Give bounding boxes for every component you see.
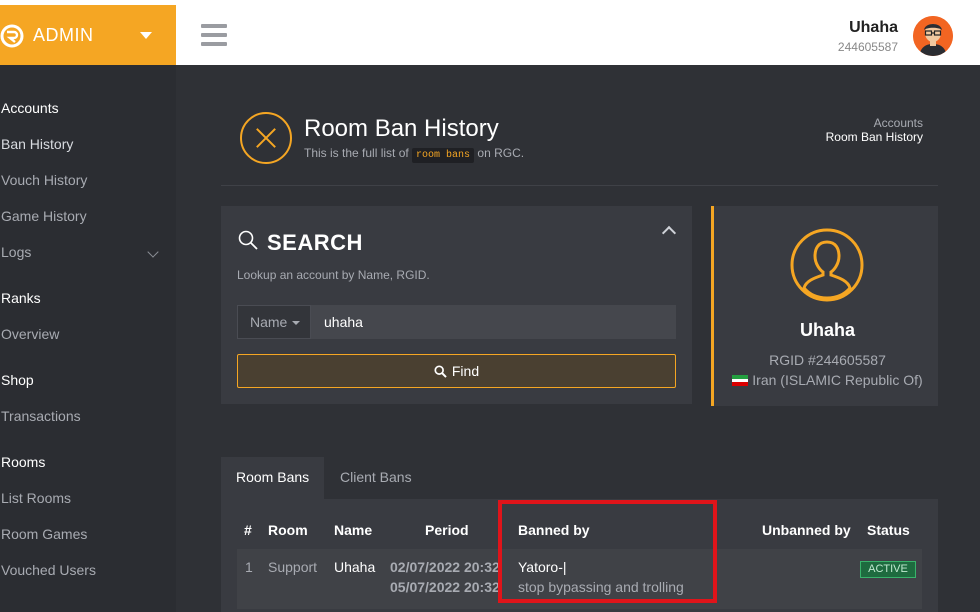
tab-room-bans[interactable]: Room Bans [221, 457, 325, 499]
search-input[interactable] [311, 305, 676, 339]
find-search-icon [434, 364, 447, 378]
nav-item-ban-history[interactable]: Ban History [1, 136, 73, 152]
brand-logo-icon [0, 24, 24, 48]
logs-chevron-down-icon[interactable] [147, 246, 159, 258]
nav-item-vouched-users[interactable]: Vouched Users [1, 562, 96, 578]
profile-name: Uhaha [799, 320, 855, 340]
menu-icon[interactable] [201, 24, 227, 46]
nav-section-shop: Shop [1, 372, 34, 388]
chevron-up-icon[interactable] [661, 225, 677, 241]
profile-country: Iran (ISLAMIC Republic Of) [714, 372, 941, 388]
row-period-start: 02/07/2022 20:32 [390, 559, 500, 575]
nav-item-transactions[interactable]: Transactions [1, 408, 81, 424]
row-room: Support [268, 559, 318, 575]
nav-item-list-rooms[interactable]: List Rooms [1, 490, 71, 506]
nav-section-ranks: Ranks [1, 290, 41, 306]
nav-item-game-history[interactable]: Game History [1, 208, 87, 224]
user-silhouette-icon [790, 228, 864, 302]
search-description: Lookup an account by Name, RGID. [237, 268, 430, 282]
nav-section-accounts: Accounts [1, 100, 59, 116]
col-header-name: Name [334, 522, 373, 538]
subtitle-post: on RGC. [477, 146, 525, 160]
nav-item-vouch-history[interactable]: Vouch History [1, 172, 87, 188]
top-header: Uhaha 244605587 [176, 5, 980, 65]
nav-item-overview[interactable]: Overview [1, 326, 59, 342]
brand-label: ADMIN [33, 25, 94, 45]
tab-client-bans[interactable]: Client Bans [325, 457, 427, 499]
ban-x-icon [240, 112, 292, 164]
subtitle-pre: This is the full list of [304, 146, 409, 160]
search-type-value: Name [250, 314, 288, 330]
col-header-unbanned-by: Unbanned by [762, 522, 851, 538]
iran-flag-icon [732, 375, 749, 386]
brand-bar[interactable]: ADMIN [0, 5, 176, 65]
col-header-status: Status [867, 522, 910, 538]
nav-item-room-games[interactable]: Room Games [1, 526, 87, 542]
caret-down-icon [292, 321, 300, 325]
user-avatar-icon [913, 16, 953, 56]
page-subtitle: This is the full list of room bans on RG… [304, 146, 525, 163]
nav-item-logs[interactable]: Logs [1, 244, 31, 260]
avatar[interactable] [913, 16, 953, 56]
annotation-highlight-box [498, 500, 717, 603]
page-title: Room Ban History [304, 115, 499, 142]
find-button[interactable]: Find [237, 354, 676, 388]
search-type-select[interactable]: Name [237, 305, 311, 339]
breadcrumb-accounts[interactable]: Accounts [874, 116, 923, 130]
col-header-room: Room [268, 522, 308, 538]
search-title: SEARCH [267, 230, 363, 255]
row-period-end: 05/07/2022 20:32 [390, 579, 500, 595]
user-id: 244605587 [837, 40, 898, 54]
divider [221, 185, 938, 186]
status-badge: ACTIVE [860, 561, 916, 578]
brand-caret-icon[interactable] [140, 32, 152, 39]
subtitle-code: room bans [412, 148, 475, 163]
search-panel: SEARCH Lookup an account by Name, RGID. … [221, 206, 692, 404]
col-header-period: Period [425, 522, 469, 538]
col-header-index: # [244, 522, 252, 538]
sidebar: ADMIN Accounts Ban History Vouch History… [0, 5, 176, 612]
ban-tabs: Room Bans Client Bans [221, 457, 938, 499]
profile-rgid: RGID #244605587 [769, 352, 886, 368]
profile-card: Uhaha RGID #244605587 Iran (ISLAMIC Repu… [711, 206, 938, 406]
search-icon [238, 230, 258, 250]
nav-section-rooms: Rooms [1, 454, 46, 470]
user-name[interactable]: Uhaha [849, 19, 898, 37]
breadcrumb-current: Room Ban History [825, 130, 923, 144]
country-name: Iran (ISLAMIC Republic Of) [752, 372, 923, 388]
row-name: Uhaha [334, 559, 376, 575]
find-label: Find [451, 363, 480, 379]
row-index: 1 [245, 559, 253, 575]
